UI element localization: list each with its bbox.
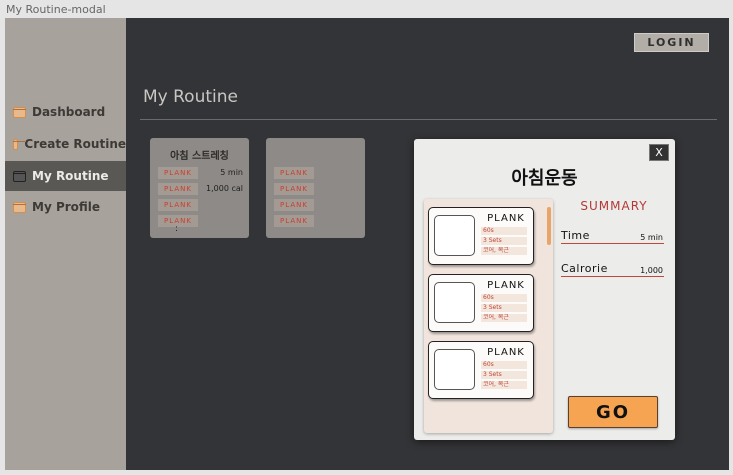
exercise-sets: 3 Sets xyxy=(481,304,527,312)
routine-card[interactable]: PLANK PLANK PLANK PLANK xyxy=(266,138,365,238)
exercise-sets: 3 Sets xyxy=(481,371,527,379)
sidebar-item-label: Dashboard xyxy=(32,105,106,119)
sidebar-item-label: Create Routine xyxy=(24,137,126,151)
exercise-card[interactable]: PLANK 60s 3 Sets 코어, 복근 xyxy=(428,341,534,399)
exercise-name: PLANK xyxy=(487,213,525,224)
exercise-pill: PLANK xyxy=(274,199,314,211)
folder-icon xyxy=(12,201,26,213)
app-window: Dashboard Create Routine My Routine My P… xyxy=(5,18,729,470)
exercise-pill: PLANK xyxy=(274,183,314,195)
exercise-target: 코어, 복근 xyxy=(481,314,527,322)
routine-modal: X 아침운동 PLANK 60s 3 Sets 코어, 복근 PLANK 60s… xyxy=(414,139,675,440)
sidebar-item-my-profile[interactable]: My Profile xyxy=(5,192,126,222)
login-button[interactable]: LOGIN xyxy=(634,33,709,52)
routine-card-title: 아침 스트레칭 xyxy=(170,151,229,162)
exercise-duration: 60s xyxy=(481,227,527,235)
summary-time-value: 5 min xyxy=(640,233,663,242)
exercise-pill: PLANK xyxy=(158,199,198,211)
sidebar-item-label: My Profile xyxy=(32,200,101,214)
summary-calorie-label: Calrorie xyxy=(561,262,608,275)
go-button[interactable]: GO xyxy=(568,396,658,428)
more-indicator: : xyxy=(175,224,179,234)
folder-icon xyxy=(12,138,27,150)
routine-card[interactable]: 아침 스트레칭 PLANK PLANK PLANK PLANK 5 min 1,… xyxy=(150,138,249,238)
exercise-thumbnail xyxy=(434,215,475,256)
close-button[interactable]: X xyxy=(649,144,669,161)
sidebar-item-create-routine[interactable]: Create Routine xyxy=(5,129,126,159)
exercise-card[interactable]: PLANK 60s 3 Sets 코어, 복근 xyxy=(428,274,534,332)
folder-icon xyxy=(12,170,26,182)
exercise-sets: 3 Sets xyxy=(481,237,527,245)
summary-calorie-value: 1,000 xyxy=(640,266,663,275)
exercise-pill: PLANK xyxy=(274,167,314,179)
exercise-name: PLANK xyxy=(487,347,525,358)
sidebar-item-my-routine[interactable]: My Routine xyxy=(5,161,126,191)
summary-calorie-row: Calrorie 1,000 xyxy=(561,262,664,277)
main-content: LOGIN My Routine 아침 스트레칭 PLANK PLANK PLA… xyxy=(126,18,729,470)
title-divider xyxy=(140,119,717,120)
summary-time-label: Time xyxy=(561,229,590,242)
exercise-name: PLANK xyxy=(487,280,525,291)
summary-time-row: Time 5 min xyxy=(561,229,664,244)
sidebar-item-label: My Routine xyxy=(32,169,109,183)
folder-icon xyxy=(12,106,26,118)
sidebar: Dashboard Create Routine My Routine My P… xyxy=(5,18,126,470)
exercise-target: 코어, 복근 xyxy=(481,247,527,255)
modal-title: 아침운동 xyxy=(511,168,578,189)
page-title: My Routine xyxy=(143,87,238,107)
exercise-thumbnail xyxy=(434,282,475,323)
exercise-target: 코어, 복근 xyxy=(481,381,527,389)
exercise-duration: 60s xyxy=(481,361,527,369)
summary-title: SUMMARY xyxy=(580,199,648,213)
scrollbar[interactable] xyxy=(547,207,551,245)
sidebar-item-dashboard[interactable]: Dashboard xyxy=(5,97,126,127)
routine-card-time: 5 min xyxy=(220,168,243,177)
routine-card-calories: 1,000 cal xyxy=(206,184,243,193)
exercise-pill: PLANK xyxy=(158,167,198,179)
exercise-pill: PLANK xyxy=(274,215,314,227)
exercise-thumbnail xyxy=(434,349,475,390)
exercise-pill: PLANK xyxy=(158,183,198,195)
exercise-list[interactable]: PLANK 60s 3 Sets 코어, 복근 PLANK 60s 3 Sets… xyxy=(424,199,553,433)
window-title: My Routine-modal xyxy=(6,3,106,16)
exercise-duration: 60s xyxy=(481,294,527,302)
exercise-card[interactable]: PLANK 60s 3 Sets 코어, 복근 xyxy=(428,207,534,265)
